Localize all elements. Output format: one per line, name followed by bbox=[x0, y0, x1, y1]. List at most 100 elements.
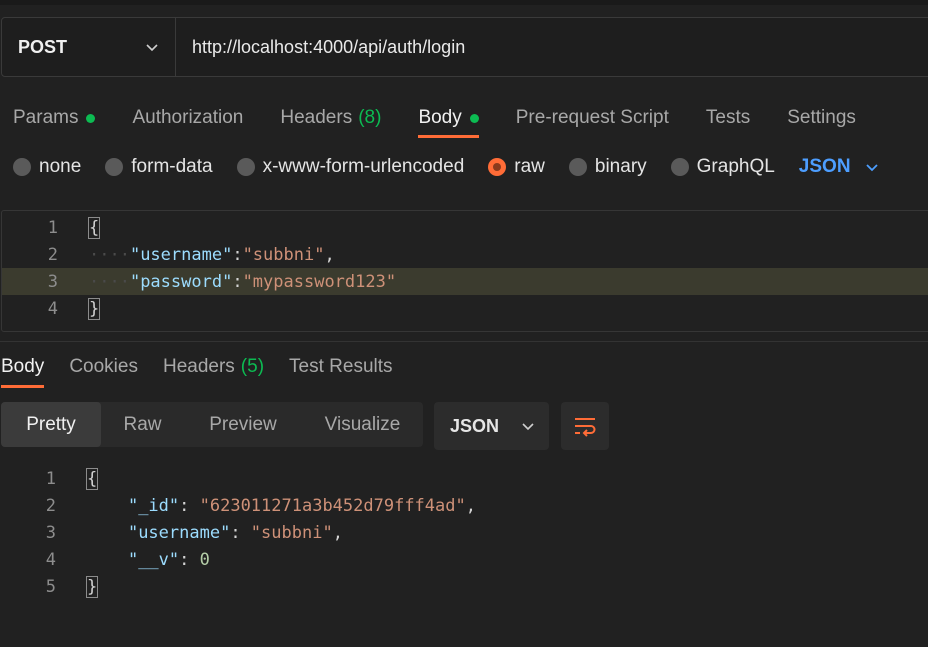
code-line: 2 "_id": "623011271a3b452d79fff4ad", bbox=[0, 492, 928, 519]
json-key: "username" bbox=[129, 244, 233, 265]
view-pretty[interactable]: Pretty bbox=[1, 402, 101, 447]
view-visualize-label: Visualize bbox=[324, 413, 401, 435]
line-number: 4 bbox=[47, 298, 58, 319]
code-line: 4 } bbox=[2, 295, 928, 322]
code-text: { bbox=[85, 467, 99, 490]
request-body-editor[interactable]: 1 { 2 ····"username":"subbni", 3 ····"pa… bbox=[1, 210, 928, 332]
tab-params-label: Params bbox=[13, 107, 79, 128]
json-key: "username" bbox=[127, 522, 231, 543]
tab-params[interactable]: Params bbox=[13, 100, 96, 136]
response-view-switch: Pretty Raw Preview Visualize bbox=[1, 402, 423, 447]
json-key: "__v" bbox=[127, 549, 180, 570]
response-language-label: JSON bbox=[450, 415, 500, 436]
view-preview[interactable]: Preview bbox=[184, 402, 302, 447]
response-language-select[interactable]: JSON bbox=[434, 402, 549, 450]
response-body-viewer: 1 { 2 "_id": "623011271a3b452d79fff4ad",… bbox=[0, 465, 928, 600]
json-value: "subbni" bbox=[250, 522, 333, 543]
close-brace: } bbox=[87, 297, 101, 320]
response-tabs: Body Cookies Headers (5) Test Results bbox=[1, 352, 418, 390]
body-language-label: JSON bbox=[798, 156, 851, 177]
code-line: 5 } bbox=[0, 573, 928, 600]
tab-headers[interactable]: Headers (8) bbox=[280, 100, 381, 136]
radio-none[interactable]: none bbox=[13, 156, 81, 178]
tab-settings[interactable]: Settings bbox=[787, 100, 856, 136]
code-text: "_id": "623011271a3b452d79fff4ad", bbox=[127, 495, 476, 516]
view-raw[interactable]: Raw bbox=[101, 402, 184, 447]
close-brace: } bbox=[85, 575, 99, 598]
wrap-lines-icon bbox=[575, 418, 596, 437]
code-text: { bbox=[87, 216, 101, 239]
radio-urlencoded-label: x-www-form-urlencoded bbox=[262, 156, 465, 177]
json-value: "mypassword123" bbox=[242, 271, 397, 292]
body-type-options: none form-data x-www-form-urlencoded raw… bbox=[13, 152, 879, 182]
url-input[interactable]: http://localhost:4000/api/auth/login bbox=[176, 37, 465, 58]
tab-body-label: Body bbox=[418, 107, 462, 128]
method-label: POST bbox=[18, 36, 68, 57]
json-value: "623011271a3b452d79fff4ad" bbox=[199, 495, 466, 516]
radio-binary-label: binary bbox=[594, 156, 647, 177]
json-number: 0 bbox=[199, 549, 210, 570]
response-headers-count: (5) bbox=[240, 356, 265, 377]
radio-urlencoded[interactable]: x-www-form-urlencoded bbox=[236, 156, 465, 178]
tab-response-body[interactable]: Body bbox=[1, 352, 45, 388]
code-line: 1 { bbox=[2, 214, 928, 241]
tab-tests[interactable]: Tests bbox=[706, 100, 750, 136]
line-number: 3 bbox=[45, 522, 56, 543]
line-number: 2 bbox=[47, 244, 58, 265]
tab-authorization[interactable]: Authorization bbox=[132, 100, 243, 136]
radio-none-label: none bbox=[39, 156, 82, 177]
code-line: 2 ····"username":"subbni", bbox=[2, 241, 928, 268]
indent-dots: ···· bbox=[89, 271, 130, 292]
view-visualize[interactable]: Visualize bbox=[302, 402, 423, 447]
tab-cookies[interactable]: Cookies bbox=[69, 352, 138, 382]
line-number: 1 bbox=[45, 468, 56, 489]
pane-divider[interactable] bbox=[0, 341, 928, 342]
tab-pre-request-script[interactable]: Pre-request Script bbox=[516, 100, 669, 136]
chevron-down-icon bbox=[865, 164, 878, 172]
radio-circle bbox=[670, 158, 689, 176]
radio-circle bbox=[568, 158, 587, 176]
radio-raw[interactable]: raw bbox=[488, 156, 545, 178]
wrap-lines-button[interactable] bbox=[561, 402, 609, 450]
radio-circle bbox=[105, 158, 124, 176]
top-strip bbox=[0, 0, 928, 5]
tab-test-results[interactable]: Test Results bbox=[289, 352, 392, 382]
radio-graphql[interactable]: GraphQL bbox=[670, 156, 775, 178]
code-line: 4 "__v": 0 bbox=[0, 546, 928, 573]
view-raw-label: Raw bbox=[123, 413, 162, 435]
json-value: "subbni" bbox=[242, 244, 325, 265]
tab-authorization-label: Authorization bbox=[132, 107, 244, 128]
method-select[interactable]: POST bbox=[2, 18, 176, 76]
tab-test-results-label: Test Results bbox=[289, 356, 393, 377]
view-pretty-label: Pretty bbox=[26, 413, 76, 435]
json-key: "password" bbox=[129, 271, 233, 292]
indent-dots: ···· bbox=[89, 244, 130, 265]
line-number: 2 bbox=[45, 495, 56, 516]
body-indicator-dot bbox=[469, 113, 479, 123]
code-line-highlighted: 3 ····"password":"mypassword123" bbox=[2, 268, 928, 295]
line-number: 4 bbox=[45, 549, 56, 570]
radio-circle bbox=[236, 158, 255, 176]
line-number: 3 bbox=[47, 271, 58, 292]
tab-body[interactable]: Body bbox=[418, 100, 480, 138]
open-brace: { bbox=[85, 467, 99, 490]
tab-response-headers[interactable]: Headers (5) bbox=[163, 352, 264, 382]
tab-pre-request-label: Pre-request Script bbox=[515, 107, 669, 128]
radio-form-data[interactable]: form-data bbox=[105, 156, 213, 178]
chevron-down-icon bbox=[522, 423, 534, 431]
radio-raw-label: raw bbox=[514, 156, 545, 177]
code-line: 3 "username": "subbni", bbox=[0, 519, 928, 546]
params-indicator-dot bbox=[86, 113, 96, 123]
body-language-select[interactable]: JSON bbox=[799, 156, 879, 178]
tab-tests-label: Tests bbox=[705, 107, 751, 128]
tab-settings-label: Settings bbox=[787, 107, 856, 128]
line-number: 5 bbox=[45, 576, 56, 597]
view-preview-label: Preview bbox=[209, 413, 277, 435]
chevron-down-icon bbox=[146, 44, 158, 52]
request-url-bar: POST http://localhost:4000/api/auth/logi… bbox=[1, 17, 928, 77]
tab-cookies-label: Cookies bbox=[69, 356, 138, 377]
tab-headers-label: Headers bbox=[280, 107, 353, 128]
line-number: 1 bbox=[47, 217, 58, 238]
radio-binary[interactable]: binary bbox=[568, 156, 647, 178]
code-text: ····"username":"subbni", bbox=[89, 244, 335, 265]
